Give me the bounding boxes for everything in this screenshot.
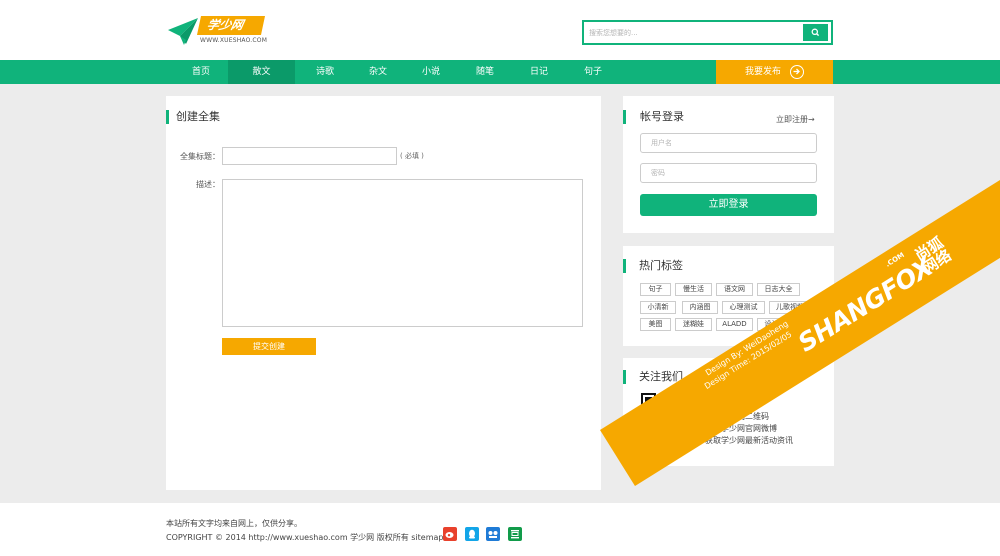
publish-label: 我要发布 xyxy=(745,67,782,77)
footer-disclaimer: 本站所有文字均来自网上，仅供分享。 xyxy=(166,519,302,528)
qq-icon[interactable] xyxy=(465,527,479,541)
footer-copyright: COPYRIGHT © 2014 http://www.xueshao.com … xyxy=(166,533,444,542)
collection-title-input[interactable] xyxy=(222,147,397,165)
password-input[interactable]: 密码 xyxy=(640,163,817,183)
douban-icon[interactable] xyxy=(508,527,522,541)
submit-create-button[interactable]: 提交创建 xyxy=(222,338,316,355)
search-icon xyxy=(811,28,820,37)
nav-item-poetry[interactable]: 诗歌 xyxy=(301,60,349,84)
publish-button[interactable]: 我要发布 xyxy=(716,60,833,84)
nav-item-prose[interactable]: 散文 xyxy=(228,60,295,84)
collection-title-label: 全集标题： xyxy=(180,152,220,161)
tag-item[interactable]: 设计量贩 xyxy=(757,318,800,331)
renren-icon[interactable] xyxy=(486,527,500,541)
nav-item-jottings[interactable]: 随笔 xyxy=(461,60,509,84)
follow-id-text: ID:XUESHAO xyxy=(705,399,756,408)
search-input[interactable] xyxy=(589,25,799,40)
tag-item[interactable]: 儿歌视频 xyxy=(769,301,811,314)
main-nav: 首页 散文 诗歌 杂文 小说 随笔 日记 句子 我要发布 xyxy=(0,60,1000,84)
logo-url: WWW.XUESHAO.COM xyxy=(200,37,268,44)
login-title: 帐号登录 xyxy=(623,110,684,124)
tag-item[interactable]: 内涵图 xyxy=(682,301,718,314)
nav-item-home[interactable]: 首页 xyxy=(174,60,228,84)
login-button[interactable]: 立即登录 xyxy=(640,194,817,216)
search-box xyxy=(582,20,833,45)
description-textarea[interactable] xyxy=(222,179,583,327)
site-footer xyxy=(0,503,1000,556)
create-collection-title: 创建全集 xyxy=(166,110,220,124)
tag-item[interactable]: 心理测试 xyxy=(722,301,765,314)
ribbon-brand-domain: .COM xyxy=(884,250,906,269)
arrow-right-icon xyxy=(790,65,804,79)
hot-tags-title: 热门标签 xyxy=(623,259,683,273)
follow-scan-text: 扫描学少网二维码 xyxy=(705,412,769,421)
tag-item[interactable]: 日志大全 xyxy=(757,283,800,296)
logo-text[interactable]: 学少网 xyxy=(196,16,266,35)
tag-item[interactable]: 迷糊娃 xyxy=(675,318,712,331)
nav-item-novels[interactable]: 小说 xyxy=(407,60,455,84)
weibo-icon[interactable] xyxy=(443,527,457,541)
description-label: 描述： xyxy=(196,180,220,189)
register-link[interactable]: 立即注册→ xyxy=(776,114,815,125)
tag-item[interactable]: 句子 xyxy=(640,283,671,296)
ribbon-brand-cn: 尚狐网络 xyxy=(911,233,955,278)
follow-us-title: 关注我们 xyxy=(623,370,683,384)
search-button[interactable] xyxy=(803,24,828,41)
required-note: ( 必填 ) xyxy=(400,152,424,160)
tag-item[interactable]: 语文网 xyxy=(716,283,753,296)
qr-code-icon xyxy=(640,392,697,449)
site-header: 学少网 WWW.XUESHAO.COM xyxy=(0,0,1000,60)
nav-item-diary[interactable]: 日记 xyxy=(515,60,563,84)
nav-item-essays[interactable]: 杂文 xyxy=(354,60,402,84)
tag-item[interactable]: 小清新 xyxy=(640,301,676,314)
tag-item[interactable]: 美图 xyxy=(640,318,671,331)
nav-item-sentences[interactable]: 句子 xyxy=(569,60,617,84)
tag-item[interactable]: 慢生活 xyxy=(675,283,712,296)
username-input[interactable]: 用户名 xyxy=(640,133,817,153)
follow-weibo-text: 关注学少网官网微博 xyxy=(705,424,777,433)
follow-news-text: 获取学少网最新活动资讯 xyxy=(705,436,793,445)
tag-item[interactable]: ALADD xyxy=(716,318,753,331)
